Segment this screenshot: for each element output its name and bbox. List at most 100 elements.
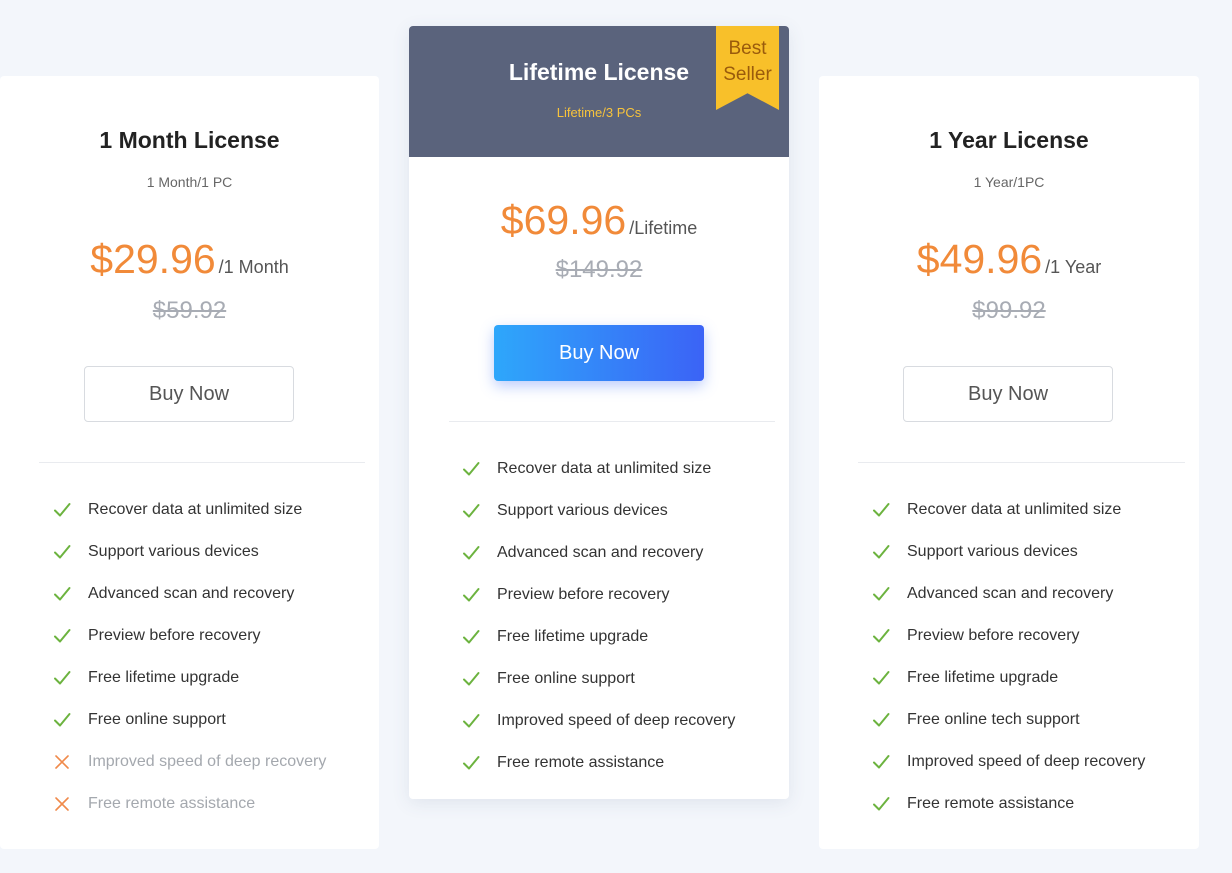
feature-item: Free remote assistance xyxy=(52,783,326,825)
check-icon xyxy=(871,626,907,646)
cross-icon xyxy=(52,752,88,772)
check-icon xyxy=(871,668,907,688)
pricing-section: 1 Month License 1 Month/1 PC $29.96/1 Mo… xyxy=(0,0,1232,873)
feature-list: Recover data at unlimited size Support va… xyxy=(871,489,1145,825)
plan-subtitle: Lifetime/3 PCs xyxy=(556,105,642,120)
check-icon xyxy=(461,627,497,647)
check-icon xyxy=(52,500,88,520)
check-icon xyxy=(461,753,497,773)
pricing-card-1-year: 1 Year License 1 Year/1PC $49.96/1 Year … xyxy=(819,76,1199,849)
feature-text: Support various devices xyxy=(907,543,1078,560)
check-icon xyxy=(52,668,88,688)
check-icon xyxy=(461,501,497,521)
feature-item: Support various devices xyxy=(461,490,735,532)
buy-now-button[interactable]: Buy Now xyxy=(494,325,704,381)
price-row: $49.96/1 Year xyxy=(819,236,1199,283)
divider xyxy=(449,421,775,422)
feature-item: Free lifetime upgrade xyxy=(871,657,1145,699)
plan-title: 1 Year License xyxy=(929,127,1089,153)
feature-item: Free remote assistance xyxy=(461,742,735,784)
feature-item: Support various devices xyxy=(52,531,326,573)
check-icon xyxy=(461,669,497,689)
feature-item: Recover data at unlimited size xyxy=(871,489,1145,531)
check-icon xyxy=(871,794,907,814)
feature-text: Recover data at unlimited size xyxy=(88,501,303,518)
original-price: $99.92 xyxy=(972,297,1046,324)
check-icon xyxy=(52,710,88,730)
feature-item: Free remote assistance xyxy=(871,783,1145,825)
original-price: $149.92 xyxy=(555,256,643,283)
check-icon xyxy=(461,711,497,731)
check-icon xyxy=(871,584,907,604)
feature-text: Recover data at unlimited size xyxy=(497,460,712,477)
plan-period: /1 Month xyxy=(218,257,289,277)
feature-text: Free online tech support xyxy=(907,711,1080,728)
feature-text: Free online support xyxy=(88,711,226,728)
feature-text: Free online support xyxy=(497,670,635,687)
original-price: $59.92 xyxy=(152,297,227,324)
feature-text: Support various devices xyxy=(497,502,668,519)
badge-line-1: Best xyxy=(728,38,767,59)
check-icon xyxy=(871,710,907,730)
feature-text: Recover data at unlimited size xyxy=(907,501,1122,518)
feature-item: Preview before recovery xyxy=(461,574,735,616)
feature-text: Preview before recovery xyxy=(88,627,261,644)
feature-item: Recover data at unlimited size xyxy=(52,489,326,531)
feature-item: Free online support xyxy=(52,699,326,741)
check-icon xyxy=(52,542,88,562)
divider xyxy=(858,462,1185,463)
feature-text: Free lifetime upgrade xyxy=(497,628,649,645)
plan-subtitle: 1 Month/1 PC xyxy=(146,174,233,190)
check-icon xyxy=(461,543,497,563)
feature-item: Improved speed of deep recovery xyxy=(52,741,326,783)
feature-list: Recover data at unlimited size Support va… xyxy=(461,448,735,784)
feature-item: Free online tech support xyxy=(871,699,1145,741)
feature-text: Support various devices xyxy=(88,543,259,560)
feature-item: Improved speed of deep recovery xyxy=(871,741,1145,783)
feature-text: Free lifetime upgrade xyxy=(88,669,240,686)
feature-item: Advanced scan and recovery xyxy=(461,532,735,574)
feature-text: Improved speed of deep recovery xyxy=(497,712,736,729)
feature-list: Recover data at unlimited size Support va… xyxy=(52,489,326,825)
feature-item: Improved speed of deep recovery xyxy=(461,700,735,742)
feature-item: Free online support xyxy=(461,658,735,700)
feature-item: Free lifetime upgrade xyxy=(52,657,326,699)
feature-item: Preview before recovery xyxy=(871,615,1145,657)
feature-text: Advanced scan and recovery xyxy=(88,585,295,602)
check-icon xyxy=(461,459,497,479)
plan-period: /Lifetime xyxy=(629,218,698,238)
plan-period: /1 Year xyxy=(1045,257,1102,277)
buy-now-button[interactable]: Buy Now xyxy=(84,366,294,422)
plan-price: $49.96 xyxy=(916,236,1043,282)
feature-text: Preview before recovery xyxy=(497,586,670,603)
plan-title: 1 Month License xyxy=(99,127,280,153)
feature-item: Advanced scan and recovery xyxy=(871,573,1145,615)
feature-item: Advanced scan and recovery xyxy=(52,573,326,615)
buy-now-button[interactable]: Buy Now xyxy=(903,366,1113,422)
check-icon xyxy=(52,626,88,646)
check-icon xyxy=(52,584,88,604)
cross-icon xyxy=(52,794,88,814)
feature-text: Advanced scan and recovery xyxy=(907,585,1114,602)
badge-line-2: Seller xyxy=(723,64,772,85)
feature-item: Recover data at unlimited size xyxy=(461,448,735,490)
check-icon xyxy=(871,500,907,520)
check-icon xyxy=(871,752,907,772)
feature-text: Free remote assistance xyxy=(907,795,1075,812)
feature-text: Improved speed of deep recovery xyxy=(907,753,1146,770)
check-icon xyxy=(461,585,497,605)
divider xyxy=(39,462,365,463)
feature-text: Preview before recovery xyxy=(907,627,1080,644)
plan-subtitle: 1 Year/1PC xyxy=(973,174,1045,190)
feature-item: Free lifetime upgrade xyxy=(461,616,735,658)
feature-text: Advanced scan and recovery xyxy=(497,544,704,561)
feature-item: Preview before recovery xyxy=(52,615,326,657)
feature-text: Free lifetime upgrade xyxy=(907,669,1059,686)
pricing-card-lifetime: Lifetime License Lifetime/3 PCs Best Sel… xyxy=(409,26,789,799)
feature-text: Improved speed of deep recovery xyxy=(88,753,327,770)
check-icon xyxy=(871,542,907,562)
feature-text: Free remote assistance xyxy=(88,795,256,812)
price-row: $69.96/Lifetime xyxy=(409,197,789,244)
plan-price: $29.96 xyxy=(90,236,216,282)
feature-text: Free remote assistance xyxy=(497,754,665,771)
